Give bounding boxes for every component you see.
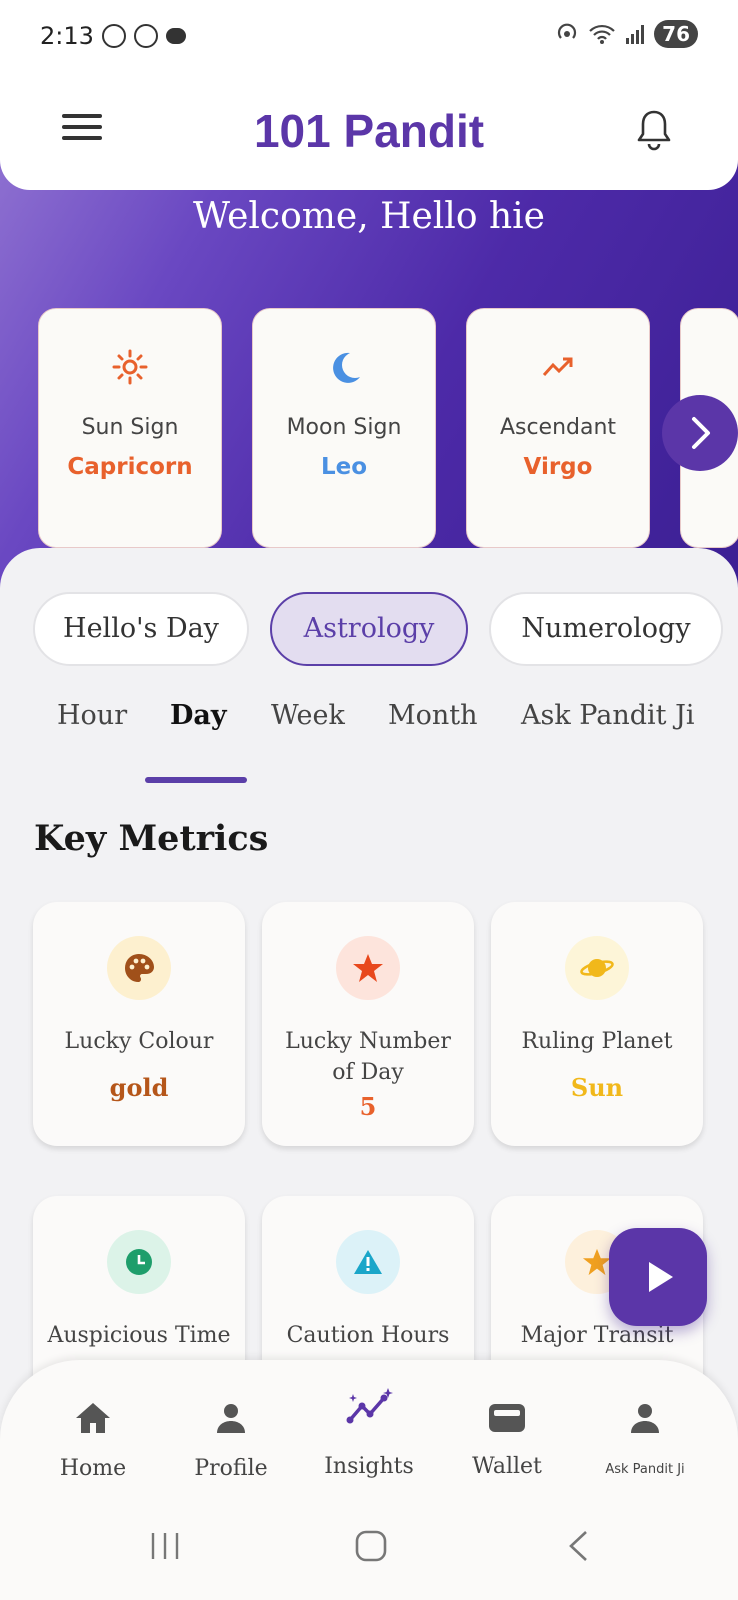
status-time: 2:13 — [40, 22, 94, 50]
tab-ask-pandit-ji[interactable]: Ask Pandit Ji — [521, 700, 695, 731]
whatsapp-icon — [101, 24, 126, 48]
lucky-number-label: Lucky Number of Day — [285, 1029, 451, 1085]
nav-ask-pandit-ji-label: Ask Pandit Ji — [605, 1462, 685, 1477]
auspicious-time-label: Auspicious Time — [47, 1323, 231, 1348]
wallet-icon — [489, 1404, 525, 1432]
lucky-number-value: 5 — [359, 1092, 377, 1121]
person-icon — [631, 1404, 659, 1433]
bell-icon[interactable] — [634, 108, 674, 152]
ascendant-card[interactable]: Ascendant Virgo — [466, 308, 650, 548]
lucky-colour-label: Lucky Colour — [64, 1029, 214, 1054]
wifi-icon — [589, 24, 615, 44]
lucky-number-card[interactable]: Lucky Number of Day 5 — [262, 902, 474, 1146]
signal-icon — [626, 24, 645, 44]
back-icon[interactable] — [566, 1530, 590, 1562]
pill-astrology[interactable]: Astrology — [270, 592, 468, 666]
play-button[interactable] — [609, 1228, 707, 1326]
tab-month[interactable]: Month — [388, 700, 478, 731]
tab-week[interactable]: Week — [271, 700, 345, 731]
insights-icon — [346, 1388, 393, 1424]
nav-home-label: Home — [59, 1456, 127, 1481]
section-title: Key Metrics — [34, 818, 269, 859]
moon-sign-label: Moon Sign — [286, 415, 402, 440]
status-bar-left: 2:13 — [40, 22, 186, 50]
nav-profile-label: Profile — [194, 1456, 268, 1481]
welcome-text: Welcome, Hello hie — [193, 196, 545, 237]
chevron-right-icon — [692, 417, 710, 449]
sun-sign-card[interactable]: Sun Sign Capricorn — [38, 308, 222, 548]
warning-icon — [336, 1230, 400, 1294]
app-title: 101 Pandit — [253, 105, 485, 157]
nav-wallet-label: Wallet — [472, 1454, 542, 1479]
battery-badge: 76 — [654, 20, 698, 48]
person-icon — [217, 1404, 245, 1433]
clock-icon — [107, 1230, 171, 1294]
caution-hours-label: Caution Hours — [286, 1323, 450, 1348]
nav-insights[interactable]: Insights — [309, 1388, 429, 1479]
nav-profile[interactable]: Profile — [171, 1400, 291, 1481]
pill-numerology[interactable]: Numerology — [489, 592, 723, 666]
lucky-colour-value: gold — [109, 1073, 169, 1102]
star-icon — [336, 936, 400, 1000]
active-tab-indicator — [145, 777, 247, 783]
ascendant-value: Virgo — [523, 454, 593, 480]
pill-hellos-day[interactable]: Hello's Day — [33, 592, 249, 666]
whatsapp-business-icon — [133, 24, 158, 48]
ruling-planet-label: Ruling Planet — [521, 1029, 673, 1054]
home-system-icon[interactable] — [354, 1530, 388, 1562]
ruling-planet-card[interactable]: Ruling Planet Sun — [491, 902, 703, 1146]
tab-day[interactable]: Day — [170, 700, 227, 731]
nav-insights-label: Insights — [324, 1454, 414, 1479]
home-icon — [76, 1403, 110, 1433]
tab-hour[interactable]: Hour — [57, 700, 127, 731]
hotspot-icon — [558, 23, 577, 39]
nav-wallet[interactable]: Wallet — [447, 1400, 567, 1479]
next-arrow-button[interactable] — [662, 395, 738, 471]
ascendant-label: Ascendant — [499, 415, 617, 440]
planet-icon — [565, 936, 629, 1000]
ruling-planet-value: Sun — [570, 1073, 624, 1102]
lucky-colour-card[interactable]: Lucky Colour gold — [33, 902, 245, 1146]
moon-sign-card[interactable]: Moon Sign Leo — [252, 308, 436, 548]
sun-sign-value: Capricorn — [67, 454, 193, 480]
nav-ask-pandit-ji[interactable]: Ask Pandit Ji — [585, 1400, 705, 1477]
play-icon — [649, 1262, 673, 1292]
palette-icon — [107, 936, 171, 1000]
nav-home[interactable]: Home — [33, 1400, 153, 1481]
moon-icon — [333, 352, 360, 383]
recent-apps-icon[interactable] — [148, 1530, 182, 1562]
sun-icon — [112, 349, 148, 385]
sun-sign-label: Sun Sign — [81, 415, 179, 440]
trending-up-icon — [542, 357, 573, 377]
chat-icon — [165, 28, 186, 44]
app-header: 2:13 76 101 Pandit — [0, 0, 738, 190]
moon-sign-value: Leo — [320, 454, 368, 480]
status-bar-right: 76 — [556, 20, 698, 48]
